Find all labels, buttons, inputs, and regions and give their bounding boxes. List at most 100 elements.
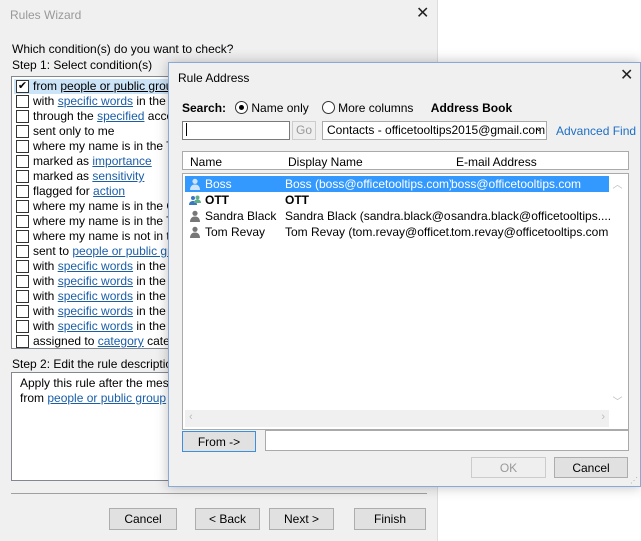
condition-link[interactable]: people or public gr bbox=[72, 244, 171, 258]
rule-address-dialog: Rule Address ✕ Search: Name only More co… bbox=[168, 62, 641, 487]
window-title: Rules Wizard bbox=[10, 8, 82, 22]
condition-text: where my name is in the Cc bbox=[33, 199, 182, 213]
close-icon[interactable]: ✕ bbox=[620, 65, 633, 85]
next-button[interactable]: Next > bbox=[269, 508, 334, 530]
radio-name-only[interactable]: Name only bbox=[235, 101, 309, 115]
checkbox[interactable] bbox=[16, 140, 29, 153]
radio-more-columns[interactable]: More columns bbox=[322, 101, 413, 115]
group-icon bbox=[189, 195, 201, 205]
condition-text: with specific words in the bbox=[33, 274, 166, 288]
checkbox[interactable] bbox=[16, 155, 29, 168]
condition-text: where my name is in the To bbox=[33, 139, 179, 153]
address-row[interactable]: Boss Boss (boss@officetooltips.com) boss@o… bbox=[185, 176, 609, 192]
description-text: from bbox=[20, 391, 48, 405]
person-icon bbox=[190, 178, 200, 190]
contact-display-name: Boss (boss@officetooltips.com) bbox=[285, 177, 451, 191]
radio-icon bbox=[235, 101, 249, 114]
condition-link[interactable]: specific words bbox=[58, 94, 133, 108]
contact-name: Tom Revay bbox=[205, 225, 266, 239]
condition-text: where my name is in the To bbox=[33, 214, 179, 228]
condition-link[interactable]: specific words bbox=[58, 304, 133, 318]
address-book-label: Address Book bbox=[430, 101, 513, 115]
checkbox[interactable] bbox=[16, 320, 29, 333]
cancel-button[interactable]: Cancel bbox=[554, 457, 628, 478]
checkbox[interactable] bbox=[16, 335, 29, 348]
radio-label: More columns bbox=[338, 101, 414, 115]
divider bbox=[11, 493, 427, 494]
from-recipients-input[interactable] bbox=[265, 430, 629, 451]
checkbox[interactable] bbox=[16, 95, 29, 108]
condition-text: with specific words in the bbox=[33, 94, 166, 108]
search-input[interactable] bbox=[182, 121, 290, 140]
condition-text: where my name is not in th bbox=[33, 229, 177, 243]
condition-text: flagged for action bbox=[33, 184, 126, 198]
close-icon[interactable]: ✕ bbox=[416, 3, 429, 23]
search-label: Search: bbox=[182, 101, 227, 115]
condition-text: through the specified acco bbox=[33, 109, 174, 123]
contact-email: tom.revay@officetooltips.com bbox=[451, 225, 609, 239]
condition-link[interactable]: specific words bbox=[58, 319, 133, 333]
cancel-button[interactable]: Cancel bbox=[109, 508, 177, 530]
condition-text: assigned to category categ bbox=[33, 334, 177, 348]
condition-link[interactable]: category bbox=[98, 334, 144, 348]
contact-display-name: Tom Revay (tom.revay@officet... bbox=[285, 225, 451, 239]
checkbox[interactable] bbox=[16, 230, 29, 243]
go-button[interactable]: Go bbox=[292, 121, 316, 140]
checkbox[interactable] bbox=[16, 215, 29, 228]
condition-link[interactable]: specific words bbox=[58, 289, 133, 303]
advanced-find-link[interactable]: Advanced Find bbox=[556, 124, 636, 138]
radio-icon bbox=[322, 101, 336, 114]
condition-text: with specific words in the bbox=[33, 304, 166, 318]
checkbox[interactable] bbox=[16, 125, 29, 138]
checkbox[interactable] bbox=[16, 260, 29, 273]
address-row[interactable]: Sandra Black Sandra Black (sandra.black@o… bbox=[185, 208, 611, 224]
checkbox[interactable] bbox=[16, 305, 29, 318]
condition-link[interactable]: people or public grou bbox=[60, 79, 172, 93]
question-label: Which condition(s) do you want to check? bbox=[12, 42, 234, 56]
scroll-down-icon[interactable]: ﹀ bbox=[609, 393, 626, 408]
column-header-name[interactable]: Name bbox=[190, 155, 222, 169]
checkbox[interactable]: ✔ bbox=[16, 80, 29, 93]
scroll-left-icon[interactable]: ‹ bbox=[189, 411, 193, 423]
condition-link[interactable]: sensitivity bbox=[92, 169, 144, 183]
checkbox[interactable] bbox=[16, 185, 29, 198]
resize-grip-icon[interactable]: ⋰ bbox=[630, 476, 638, 485]
address-list[interactable]: ︿ ﹀ ‹ › Boss Boss (boss@officetooltips.com)… bbox=[182, 173, 629, 430]
condition-link[interactable]: importance bbox=[92, 154, 151, 168]
step1-label: Step 1: Select condition(s) bbox=[12, 58, 153, 72]
contact-display-name: Sandra Black (sandra.black@o... bbox=[285, 209, 451, 223]
condition-text: with specific words in the bbox=[33, 319, 166, 333]
checkbox[interactable] bbox=[16, 275, 29, 288]
condition-link[interactable]: specific words bbox=[58, 259, 133, 273]
scroll-right-icon[interactable]: › bbox=[601, 411, 605, 423]
finish-button[interactable]: Finish bbox=[354, 508, 426, 530]
ok-button[interactable]: OK bbox=[471, 457, 546, 478]
condition-text: marked as importance bbox=[33, 154, 152, 168]
condition-link[interactable]: specified bbox=[97, 109, 144, 123]
contact-email: sandra.black@officetooltips.... bbox=[451, 209, 611, 223]
condition-text: with specific words in the bbox=[33, 259, 166, 273]
checkbox[interactable] bbox=[16, 290, 29, 303]
contact-name: OTT bbox=[205, 193, 229, 207]
address-row[interactable]: Tom Revay Tom Revay (tom.revay@officet...… bbox=[185, 224, 609, 240]
contact-display-name: OTT bbox=[285, 193, 309, 207]
column-header-email[interactable]: E-mail Address bbox=[456, 155, 537, 169]
checkbox[interactable] bbox=[16, 245, 29, 258]
from-button[interactable]: From -> bbox=[182, 431, 256, 452]
back-button[interactable]: < Back bbox=[195, 508, 260, 530]
vertical-scrollbar[interactable]: ︿ ﹀ bbox=[609, 176, 626, 408]
condition-link[interactable]: action bbox=[93, 184, 125, 198]
column-header-display-name[interactable]: Display Name bbox=[288, 155, 363, 169]
chevron-down-icon: ⌄ bbox=[534, 123, 543, 134]
checkbox[interactable] bbox=[16, 200, 29, 213]
checkbox[interactable] bbox=[16, 170, 29, 183]
scroll-up-icon[interactable]: ︿ bbox=[609, 176, 626, 191]
people-or-public-group-link[interactable]: people or public group bbox=[47, 391, 166, 405]
checkbox[interactable] bbox=[16, 110, 29, 123]
horizontal-scrollbar[interactable]: ‹ › bbox=[185, 410, 609, 427]
condition-link[interactable]: specific words bbox=[58, 274, 133, 288]
dialog-title: Rule Address bbox=[178, 71, 250, 85]
address-book-dropdown[interactable]: Contacts - officetooltips2015@gmail.com ⌄ bbox=[322, 121, 547, 140]
address-row[interactable]: OTT OTT bbox=[185, 192, 609, 208]
step2-label: Step 2: Edit the rule descriptio bbox=[12, 357, 173, 371]
